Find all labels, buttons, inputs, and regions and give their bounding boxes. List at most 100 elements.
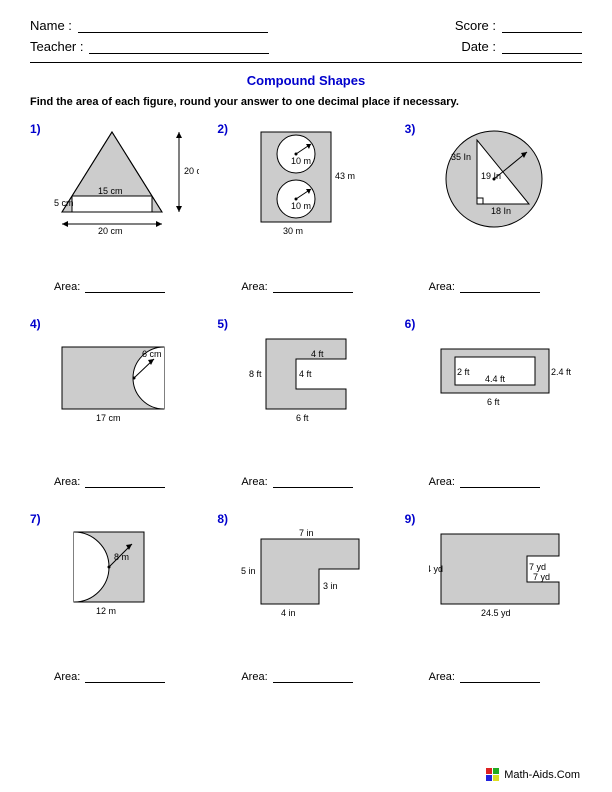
area-label: Area: (241, 476, 267, 488)
figure-7: 8 m 12 m (54, 514, 199, 629)
problem-4: 4) 6 cm 17 cm Area: (30, 315, 207, 510)
figure-3: 35 In 19 In 18 In (429, 124, 574, 239)
dim-notch-h: 4 ft (299, 369, 312, 379)
answer-line[interactable] (460, 672, 540, 683)
problem-9: 9) 14 yd 7 yd 7 yd 24.5 yd Area: (405, 510, 582, 705)
dim-inner-h: 2 ft (457, 367, 470, 377)
dim-notch-w: 4 ft (311, 349, 324, 359)
answer-field: Area: (54, 281, 165, 293)
instructions: Find the area of each figure, round your… (30, 96, 582, 108)
problem-number: 2) (217, 122, 228, 136)
teacher-label: Teacher : (30, 39, 83, 54)
dim-width: 12 m (96, 606, 116, 616)
date-label: Date : (461, 39, 496, 54)
dim-notch-h: 7 yd (529, 562, 546, 572)
figure-4: 6 cm 17 cm (54, 319, 199, 434)
footer-text: Math-Aids.Com (504, 769, 580, 781)
problem-grid: 1) 20 cm 20 cm 15 cm 5 cm (30, 120, 582, 705)
answer-field: Area: (429, 281, 540, 293)
problem-6: 6) 2 ft 4.4 ft 2.4 ft 6 ft Area: (405, 315, 582, 510)
problem-number: 6) (405, 317, 416, 331)
dim-width: 30 m (283, 226, 303, 236)
dim-height: 43 m (335, 171, 355, 181)
answer-line[interactable] (85, 477, 165, 488)
problem-5: 5) 8 ft 4 ft 4 ft 6 ft Area: (217, 315, 394, 510)
problem-number: 4) (30, 317, 41, 331)
answer-line[interactable] (273, 672, 353, 683)
dim-bottom: 24.5 yd (481, 608, 511, 618)
area-label: Area: (54, 671, 80, 683)
dim-outer-w: 6 ft (487, 397, 500, 407)
dim-height: 20 cm (184, 166, 199, 176)
name-field: Name : (30, 18, 268, 33)
problem-number: 3) (405, 122, 416, 136)
figure-6: 2 ft 4.4 ft 2.4 ft 6 ft (429, 319, 574, 434)
figure-5: 8 ft 4 ft 4 ft 6 ft (241, 319, 386, 434)
area-label: Area: (241, 671, 267, 683)
problem-8: 8) 7 in 5 in 3 in 4 in Area: (217, 510, 394, 705)
figure-2: 10 m 10 m 43 m 30 m (241, 124, 386, 239)
dim-left: 14 yd (429, 564, 443, 574)
dim-height: 8 ft (249, 369, 262, 379)
dim-r: 6 cm (142, 349, 162, 359)
answer-field: Area: (54, 476, 165, 488)
worksheet-title: Compound Shapes (30, 73, 582, 88)
area-label: Area: (54, 476, 80, 488)
score-input-line[interactable] (502, 19, 582, 33)
answer-line[interactable] (85, 672, 165, 683)
score-label: Score : (455, 18, 496, 33)
answer-line[interactable] (273, 282, 353, 293)
dim-base: 20 cm (98, 226, 123, 236)
score-field: Score : (455, 18, 582, 33)
dim-leg-h: 18 In (491, 206, 511, 216)
answer-line[interactable] (460, 477, 540, 488)
problem-2: 2) 10 m 10 m 43 m 30 m (217, 120, 394, 315)
dim-inner-w: 4.4 ft (485, 374, 506, 384)
dim-outer-h: 2.4 ft (551, 367, 572, 377)
answer-field: Area: (54, 671, 165, 683)
footer: Math-Aids.Com (486, 768, 580, 782)
answer-field: Area: (241, 476, 352, 488)
dim-notch-w: 7 yd (533, 572, 550, 582)
problem-number: 5) (217, 317, 228, 331)
area-label: Area: (429, 671, 455, 683)
logo-icon (486, 768, 500, 782)
dim-top: 7 in (299, 528, 314, 538)
area-label: Area: (429, 476, 455, 488)
dim-left: 5 in (241, 566, 256, 576)
problem-number: 1) (30, 122, 41, 136)
problem-number: 9) (405, 512, 416, 526)
dim-leg-v: 19 In (481, 171, 501, 181)
dim-step-h: 3 in (323, 581, 338, 591)
answer-field: Area: (241, 671, 352, 683)
teacher-field: Teacher : (30, 39, 269, 54)
date-field: Date : (461, 39, 582, 54)
answer-line[interactable] (273, 477, 353, 488)
date-input-line[interactable] (502, 40, 582, 54)
answer-line[interactable] (460, 282, 540, 293)
answer-field: Area: (241, 281, 352, 293)
area-label: Area: (241, 281, 267, 293)
dim-r: 8 m (114, 552, 129, 562)
figure-1: 20 cm 20 cm 15 cm 5 cm (54, 124, 199, 239)
area-label: Area: (429, 281, 455, 293)
name-input-line[interactable] (78, 19, 268, 33)
dim-bottom: 4 in (281, 608, 296, 618)
dim-r2: 10 m (291, 201, 311, 211)
figure-9: 14 yd 7 yd 7 yd 24.5 yd (429, 514, 574, 629)
dim-inner-w: 15 cm (98, 186, 123, 196)
problem-number: 8) (217, 512, 228, 526)
answer-line[interactable] (85, 282, 165, 293)
name-label: Name : (30, 18, 72, 33)
area-label: Area: (54, 281, 80, 293)
dim-width: 17 cm (96, 413, 121, 423)
problem-7: 7) 8 m 12 m Area: (30, 510, 207, 705)
dim-hyp: 35 In (451, 152, 471, 162)
figure-8: 7 in 5 in 3 in 4 in (241, 514, 386, 629)
answer-field: Area: (429, 671, 540, 683)
dim-r1: 10 m (291, 156, 311, 166)
teacher-input-line[interactable] (89, 40, 269, 54)
dim-width: 6 ft (296, 413, 309, 423)
header-divider (30, 62, 582, 63)
problem-1: 1) 20 cm 20 cm 15 cm 5 cm (30, 120, 207, 315)
